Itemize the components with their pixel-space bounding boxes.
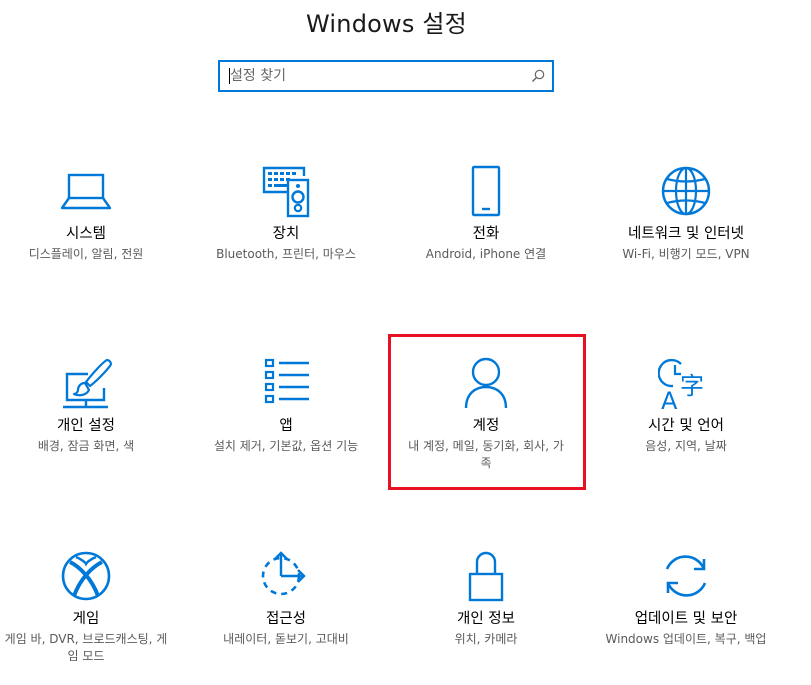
sync-icon [665,555,707,597]
tile-description: Bluetooth, 프린터, 마우스 [216,247,356,261]
tile-label: 시스템 [65,226,107,242]
keyboard-speaker-icon [262,166,310,218]
xbox-icon [61,551,111,601]
lock-icon [468,551,504,602]
tile-description: 내레이터, 돋보기, 고대비 [223,632,349,646]
tile-update-security[interactable]: 업데이트 및 보안 Windows 업데이트, 복구, 백업 [591,549,781,648]
tile-network[interactable]: 네트워크 및 인터넷 Wi-Fi, 비행기 모드, VPN [591,164,781,263]
tile-phone[interactable]: 전화 Android, iPhone 연결 [391,164,581,263]
search-input[interactable] [220,62,530,90]
time-language-icon: A 字 [658,358,704,412]
tile-personalization[interactable]: 개인 설정 배경, 잠금 화면, 색 [0,356,181,455]
svg-text:A: A [661,387,678,412]
paintbrush-icon [63,358,113,409]
tile-label: 개인 설정 [57,418,115,434]
tile-ease-of-access[interactable]: 접근성 내레이터, 돋보기, 고대비 [191,549,381,648]
tile-description: 음성, 지역, 날짜 [645,439,727,453]
tile-devices[interactable]: 장치 Bluetooth, 프린터, 마우스 [191,164,381,263]
search-icon[interactable] [530,68,546,84]
tile-label: 네트워크 및 인터넷 [628,226,744,242]
svg-text:字: 字 [680,372,704,400]
tile-description: 배경, 잠금 화면, 색 [37,439,135,453]
tile-description: 위치, 카메라 [454,632,518,646]
tile-label: 게임 [72,611,100,627]
tile-apps[interactable]: 앱 설치 제거, 기본값, 옵션 기능 [191,356,381,455]
text-cursor [229,68,230,84]
tile-time-language[interactable]: A 字 시간 및 언어 음성, 지역, 날짜 [591,356,781,455]
tile-description: Android, iPhone 연결 [425,247,547,261]
tile-description: 게임 바, DVR, 브로드캐스팅, 게임 모드 [4,632,168,663]
tile-description: 디스플레이, 알림, 전원 [28,247,144,261]
ease-of-access-icon [261,551,306,596]
tile-label: 업데이트 및 보안 [634,611,738,627]
tile-label: 전화 [472,226,500,242]
tile-system[interactable]: 시스템 디스플레이, 알림, 전원 [0,164,181,263]
tile-label: 개인 정보 [457,611,515,627]
tile-description: Windows 업데이트, 복구, 백업 [605,632,767,646]
phone-icon [471,165,501,217]
tile-label: 시간 및 언어 [648,418,724,434]
search-box[interactable] [218,60,554,92]
tile-description: Wi-Fi, 비행기 모드, VPN [622,247,750,261]
highlight-box [388,334,586,490]
tile-gaming[interactable]: 게임 게임 바, DVR, 브로드캐스팅, 게임 모드 [0,549,181,665]
tile-label: 앱 [279,418,293,434]
tile-label: 접근성 [265,611,307,627]
tile-privacy[interactable]: 개인 정보 위치, 카메라 [391,549,581,648]
apps-list-icon [264,358,309,404]
globe-icon [661,166,711,216]
laptop-icon [60,173,112,210]
tile-description: 설치 제거, 기본값, 옵션 기능 [213,439,359,453]
window-title: Windows 설정 [306,10,467,38]
tile-label: 장치 [272,226,300,242]
